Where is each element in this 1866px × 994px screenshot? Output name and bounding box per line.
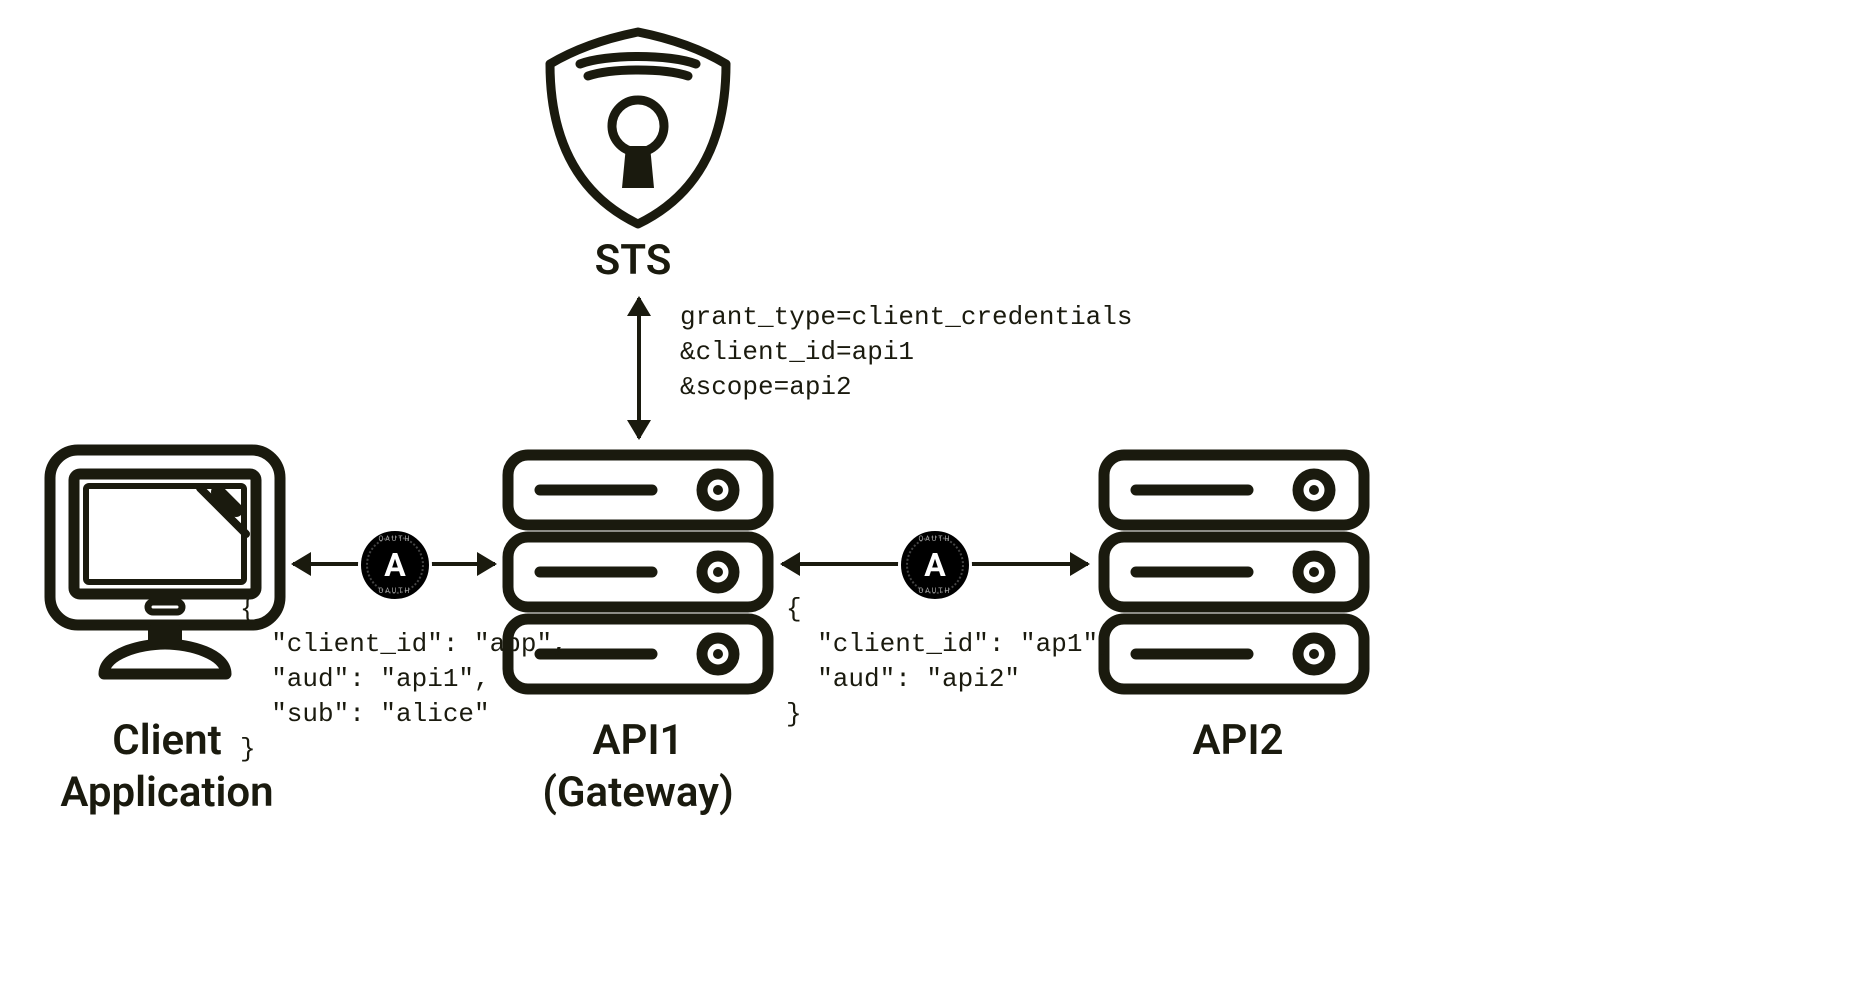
api1-label-line2: (Gateway) [498, 768, 778, 817]
token2-json: { "client_id": "ap1", "aud": "api2" } [786, 592, 1114, 732]
oauth-badge-2: OAUTH OAUTH [898, 528, 972, 602]
arrow-sts-api1 [637, 298, 641, 438]
sts-request-params: grant_type=client_credentials &client_id… [680, 300, 1132, 405]
oauth-badge-1: OAUTH OAUTH [358, 528, 432, 602]
api2-label: API2 [1098, 716, 1378, 765]
oauth-badge-text-top: OAUTH [919, 535, 952, 543]
client-label-line2: Application [42, 768, 292, 817]
shield-icon [528, 18, 748, 242]
api2-server-icon [1094, 445, 1374, 704]
oauth-badge-text-top: OAUTH [379, 535, 412, 543]
token1-json: { "client_id": "app", "aud": "api1", "su… [240, 592, 568, 767]
sts-label: STS [568, 236, 698, 285]
